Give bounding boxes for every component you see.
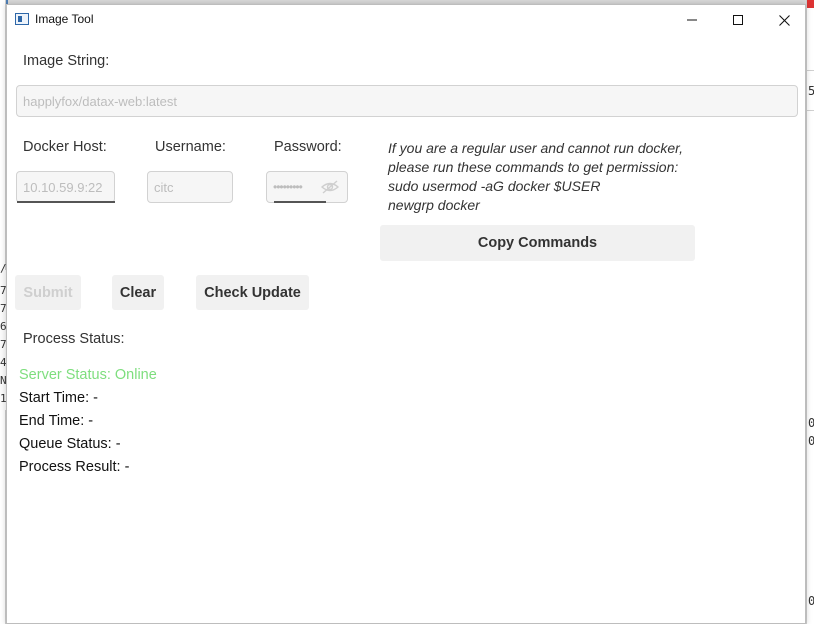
process-status-title: Process Status:: [23, 331, 125, 347]
queue-status: Queue Status: -: [19, 436, 121, 452]
clear-button[interactable]: Clear: [112, 275, 164, 310]
start-time: Start Time: -: [19, 390, 98, 406]
minimize-button[interactable]: [669, 5, 715, 35]
docker-permission-hint: If you are a regular user and cannot run…: [388, 139, 698, 215]
check-update-button[interactable]: Check Update: [196, 275, 309, 310]
copy-commands-button[interactable]: Copy Commands: [380, 225, 695, 261]
eye-off-icon[interactable]: [320, 180, 340, 194]
background-glyph: 0: [808, 594, 814, 608]
hint-line: If you are a regular user and cannot run…: [388, 140, 683, 156]
image-string-label: Image String:: [23, 53, 110, 69]
docker-host-label: Docker Host:: [23, 139, 107, 155]
maximize-icon: [733, 15, 743, 25]
minimize-icon: [687, 19, 697, 21]
main-content: Image String: happlyfox/datax-web:latest…: [7, 35, 805, 623]
password-focus-underline: [274, 201, 326, 203]
background-accent: [807, 0, 814, 8]
close-icon: [778, 14, 790, 26]
server-status: Server Status: Online: [19, 367, 157, 383]
maximize-button[interactable]: [715, 5, 761, 35]
background-divider: [807, 110, 814, 111]
desktop-background-right: 5 0 0 0: [806, 0, 814, 624]
password-label: Password:: [274, 139, 342, 155]
close-button[interactable]: [761, 5, 807, 35]
background-glyph: 5: [808, 84, 814, 98]
hint-line: sudo usermod -aG docker $USER: [388, 178, 601, 194]
process-result: Process Result: -: [19, 459, 130, 475]
background-glyph: 0: [808, 416, 814, 430]
username-label: Username:: [155, 139, 226, 155]
background-divider: [807, 70, 814, 71]
title-bar[interactable]: Image Tool: [7, 5, 805, 35]
image-string-input[interactable]: happlyfox/datax-web:latest: [16, 85, 798, 117]
app-window: Image Tool Image String: happlyfox/datax…: [6, 4, 806, 624]
background-glyph: 0: [808, 434, 814, 448]
hint-line: please run these commands to get permiss…: [388, 159, 679, 175]
docker-host-focus-underline: [17, 201, 115, 203]
hint-line: newgrp docker: [388, 197, 480, 213]
app-window-icon: [15, 13, 29, 25]
username-input[interactable]: citc: [147, 171, 233, 203]
docker-host-input[interactable]: 10.10.59.9:22: [16, 171, 115, 203]
end-time: End Time: -: [19, 413, 94, 429]
window-title: Image Tool: [35, 12, 94, 26]
submit-button[interactable]: Submit: [15, 275, 81, 310]
